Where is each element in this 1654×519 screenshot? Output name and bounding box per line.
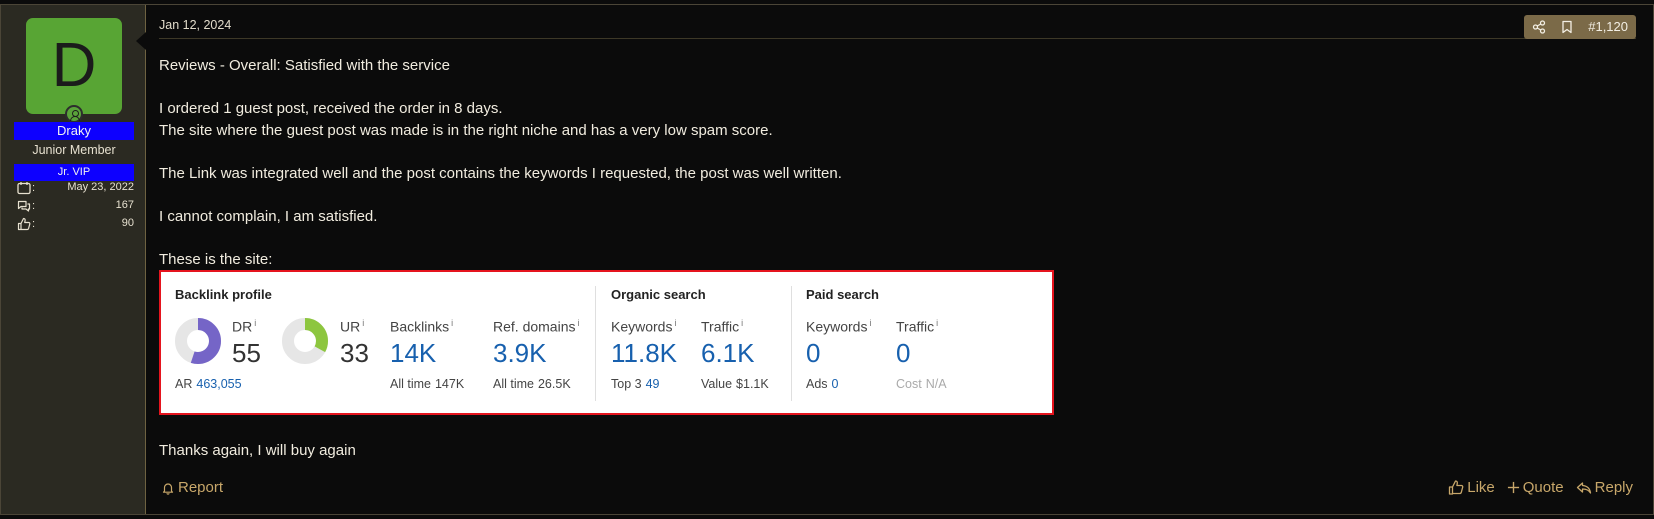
user-title: Junior Member	[32, 143, 116, 157]
report-label: Report	[178, 479, 224, 496]
bell-icon	[162, 482, 174, 495]
backlink-profile-title: Backlink profile	[175, 287, 272, 302]
post-date[interactable]: Jan 12, 2024	[159, 18, 231, 32]
divider	[159, 38, 1636, 39]
stat-messages-value: 167	[115, 199, 134, 211]
quote-button[interactable]: Quote	[1507, 479, 1564, 496]
ref-domains-label: Ref. domains i	[493, 318, 580, 335]
stat-reactions: : 90	[17, 217, 134, 233]
calendar-icon	[17, 182, 31, 195]
reply-label: Reply	[1594, 479, 1633, 496]
post-footer-actions: Like Quote Reply	[1448, 479, 1633, 496]
user-sidebar: D Draky Junior Member Jr. VIP : May 23, …	[1, 5, 146, 514]
post-number[interactable]: #1,120	[1588, 15, 1628, 39]
paid-ads: Ads 0	[806, 377, 839, 391]
body-line: These is the site:	[159, 251, 273, 269]
online-status-icon	[65, 105, 83, 123]
post-body: Reviews - Overall: Satisfied with the se…	[159, 55, 842, 271]
backlinks-label: Backlinks i	[390, 318, 454, 335]
paid-keywords-value[interactable]: 0	[806, 338, 820, 369]
paid-traffic-label: Traffic i	[896, 318, 939, 335]
post-closing-line: Thanks again, I will buy again	[159, 442, 356, 459]
stat-joined-value: May 23, 2022	[67, 181, 134, 193]
avatar[interactable]: D	[26, 18, 122, 114]
organic-traffic-value[interactable]: 6.1K	[701, 338, 755, 369]
organic-traffic-worth: Value $1.1K	[701, 377, 769, 391]
dr-value: 55	[232, 338, 261, 368]
body-line: The Link was integrated well and the pos…	[159, 164, 842, 182]
organic-top3: Top 3 49	[611, 377, 660, 391]
user-banner: Jr. VIP	[14, 164, 134, 181]
dr-label: DR i	[232, 318, 257, 335]
stat-joined: : May 23, 2022	[17, 181, 134, 197]
messages-icon	[17, 200, 31, 212]
body-line: I ordered 1 guest post, received the ord…	[159, 100, 503, 118]
report-button[interactable]: Report	[161, 479, 223, 496]
username[interactable]: Draky	[14, 122, 134, 140]
reply-button[interactable]: Reply	[1576, 479, 1633, 496]
ar-row: AR 463,055	[175, 377, 242, 391]
quote-label: Quote	[1522, 479, 1564, 496]
ur-label: UR i	[340, 318, 365, 335]
thumbs-up-icon	[17, 217, 31, 231]
section-divider	[595, 286, 596, 401]
ref-domains-value[interactable]: 3.9K	[493, 338, 547, 369]
stat-reactions-value: 90	[121, 217, 134, 229]
share-icon[interactable]	[1532, 20, 1546, 34]
ur-donut-chart	[282, 318, 328, 364]
like-button[interactable]: Like	[1448, 479, 1495, 496]
paid-keywords-label: Keywords i	[806, 318, 872, 335]
dr-donut-chart	[175, 318, 221, 364]
post-actions-bar: #1,120	[1524, 15, 1636, 39]
backlinks-all-time: All time 147K	[390, 377, 465, 391]
ahrefs-screenshot[interactable]: Backlink profile DR i 55 AR 463,055 UR i 33…	[159, 270, 1054, 415]
body-line: I cannot complain, I am satisfied.	[159, 208, 378, 226]
body-line: Reviews - Overall: Satisfied with the se…	[159, 57, 450, 74]
organic-keywords-value[interactable]: 11.8K	[611, 338, 677, 369]
paid-search-title: Paid search	[806, 287, 879, 302]
plus-icon	[1507, 481, 1519, 494]
forum-post: D Draky Junior Member Jr. VIP : May 23, …	[0, 4, 1654, 515]
backlinks-value[interactable]: 14K	[390, 338, 436, 369]
organic-search-title: Organic search	[611, 287, 706, 302]
like-label: Like	[1467, 479, 1495, 496]
section-divider	[791, 286, 792, 401]
ur-value: 33	[340, 338, 369, 368]
stat-messages: : 167	[17, 199, 134, 215]
organic-keywords-label: Keywords i	[611, 318, 677, 335]
body-line: The site where the guest post was made i…	[159, 121, 773, 139]
reply-icon	[1576, 481, 1591, 494]
paid-traffic-value[interactable]: 0	[896, 338, 910, 369]
thumbs-up-icon	[1449, 479, 1464, 495]
bookmark-icon[interactable]	[1560, 20, 1574, 34]
paid-cost: Cost N/A	[896, 377, 947, 391]
ref-domains-all-time: All time 26.5K	[493, 377, 571, 391]
organic-traffic-label: Traffic i	[701, 318, 744, 335]
post-main: Jan 12, 2024 #1,120 Reviews - Overall: S…	[159, 5, 1651, 514]
